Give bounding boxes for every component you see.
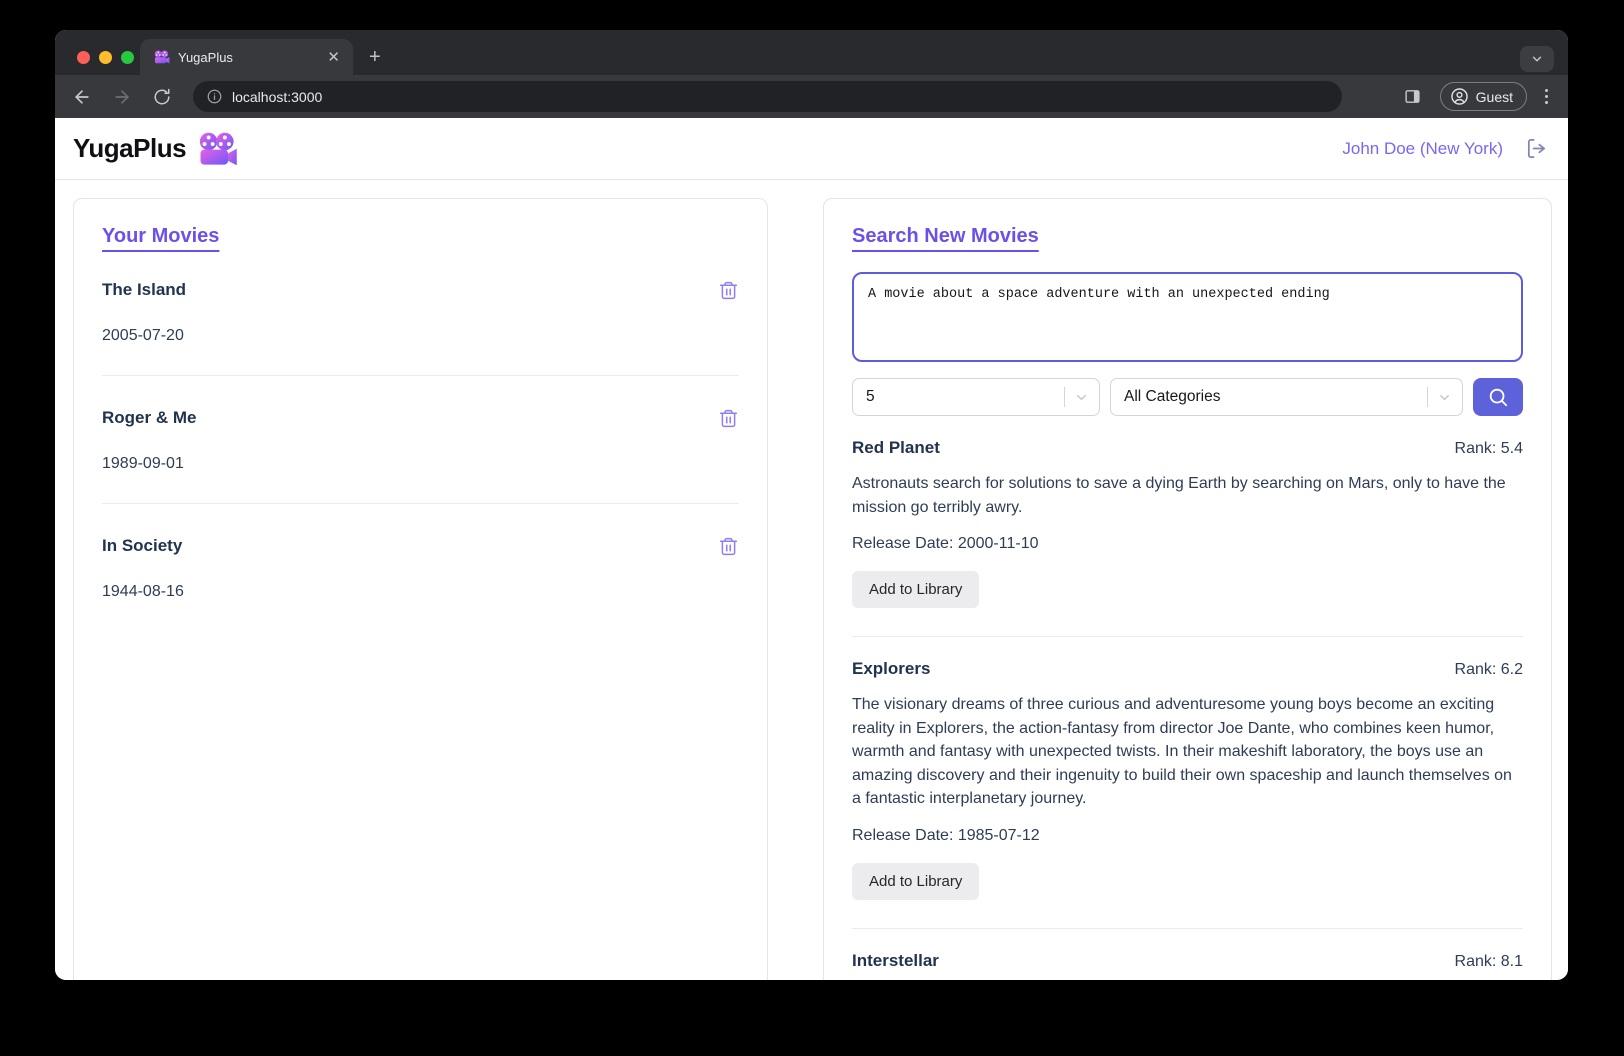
divider [102, 375, 739, 376]
forward-button[interactable] [109, 84, 135, 110]
chevron-down-icon [1077, 394, 1086, 400]
browser-tab[interactable]: YugaPlus ✕ [140, 39, 353, 75]
movie-title: The Island [102, 280, 187, 299]
magnifier-icon [1489, 388, 1508, 407]
brand: YugaPlus [73, 132, 238, 166]
list-item: Roger & Me 1989-09-01 [102, 408, 739, 504]
result-description: The visionary dreams of three curious an… [852, 696, 1512, 808]
divider [102, 503, 739, 504]
tab-close-icon[interactable]: ✕ [324, 48, 343, 66]
divider [852, 636, 1523, 638]
your-movies-panel: Your Movies The Island 2005-07-20 Roger … [73, 198, 768, 980]
address-bar[interactable]: localhost:3000 [193, 81, 1342, 112]
minimize-window-button[interactable] [99, 51, 112, 64]
main-content: Your Movies The Island 2005-07-20 Roger … [55, 180, 1568, 980]
window-controls [77, 51, 134, 64]
add-to-library-button[interactable]: Add to Library [852, 862, 980, 900]
tab-search-button[interactable] [1520, 46, 1554, 72]
user-area: John Doe (New York) [1342, 137, 1548, 160]
delete-movie-button[interactable] [718, 408, 739, 429]
result-title: Red Planet [852, 438, 940, 457]
category-value: All Categories [1124, 388, 1221, 405]
tab-title: YugaPlus [178, 49, 233, 65]
result-rank: Rank: 8.1 [1454, 952, 1523, 970]
log-out-icon [1527, 139, 1546, 158]
result-rank: Rank: 5.4 [1454, 440, 1523, 457]
user-name-link[interactable]: John Doe (New York) [1342, 139, 1503, 159]
delete-movie-button[interactable] [718, 280, 739, 301]
result-title: Interstellar [852, 950, 939, 970]
list-item: The Island 2005-07-20 [102, 280, 739, 376]
movie-release-date: 1989-09-01 [102, 455, 184, 472]
reload-button[interactable] [149, 84, 175, 110]
search-panel: Search New Movies A movie about a space … [823, 198, 1552, 980]
search-controls: 5 All Categories [852, 378, 1523, 416]
app-title: YugaPlus [73, 133, 187, 163]
result-limit-value: 5 [866, 388, 875, 405]
search-result: Explorers Rank: 6.2 The visionary dreams… [852, 659, 1523, 929]
url-text: localhost:3000 [232, 88, 323, 105]
result-title: Explorers [852, 659, 931, 679]
arrow-right-icon [115, 89, 129, 104]
zoom-window-button[interactable] [121, 51, 134, 64]
divider [852, 927, 1523, 929]
side-panel-button[interactable] [1400, 84, 1426, 110]
movie-release-date: 2005-07-20 [102, 327, 184, 344]
search-query-input[interactable]: A movie about a space adventure with an … [852, 272, 1523, 362]
add-to-library-button[interactable]: Add to Library [852, 571, 980, 609]
logout-button[interactable] [1525, 137, 1548, 160]
search-result: Interstellar Rank: 8.1 [852, 951, 1523, 971]
app-header: YugaPlus John Doe (New York) [55, 118, 1568, 180]
chevron-down-icon [1440, 394, 1449, 400]
yugaplus-app: YugaPlus John Doe (New York) Your Movies… [55, 118, 1568, 980]
profile-button[interactable]: Guest [1439, 82, 1527, 111]
browser-toolbar: localhost:3000 Guest [55, 75, 1568, 118]
result-release-date: Release Date: 1985-07-12 [852, 826, 1040, 844]
result-rank: Rank: 6.2 [1454, 661, 1523, 679]
search-button[interactable] [1473, 378, 1523, 416]
movie-release-date: 1944-08-16 [102, 583, 184, 600]
chevron-down-icon [1532, 56, 1542, 62]
close-window-button[interactable] [77, 51, 90, 64]
search-heading: Search New Movies [852, 225, 1039, 247]
tab-favicon-movie-camera-icon [154, 50, 170, 64]
trash-icon [719, 537, 738, 556]
site-info-icon [207, 89, 222, 104]
your-movies-heading: Your Movies [102, 225, 220, 247]
search-result: Red Planet Rank: 5.4 Astronauts search f… [852, 438, 1523, 638]
new-tab-button[interactable]: + [369, 47, 381, 67]
tab-strip: YugaPlus ✕ + [55, 30, 1568, 75]
movie-title: In Society [102, 536, 183, 555]
profile-label: Guest [1475, 88, 1513, 105]
delete-movie-button[interactable] [718, 536, 739, 557]
movie-camera-logo-icon [198, 132, 238, 166]
result-release-date: Release Date: 2000-11-10 [852, 535, 1039, 553]
reload-icon [154, 88, 170, 104]
result-description: Astronauts search for solutions to save … [852, 475, 1506, 516]
list-item: In Society 1944-08-16 [102, 536, 739, 601]
trash-icon [719, 409, 738, 428]
browser-menu-button[interactable] [1541, 89, 1552, 104]
result-limit-select[interactable]: 5 [852, 378, 1100, 416]
trash-icon [719, 281, 738, 300]
movie-title: Roger & Me [102, 408, 197, 427]
side-panel-icon [1405, 90, 1420, 103]
person-in-circle-icon [1450, 88, 1468, 105]
back-button[interactable] [69, 84, 95, 110]
category-select[interactable]: All Categories [1110, 378, 1463, 416]
browser-window: YugaPlus ✕ + localhost:3000 Guest YugaPl… [55, 30, 1568, 980]
arrow-left-icon [75, 89, 89, 104]
